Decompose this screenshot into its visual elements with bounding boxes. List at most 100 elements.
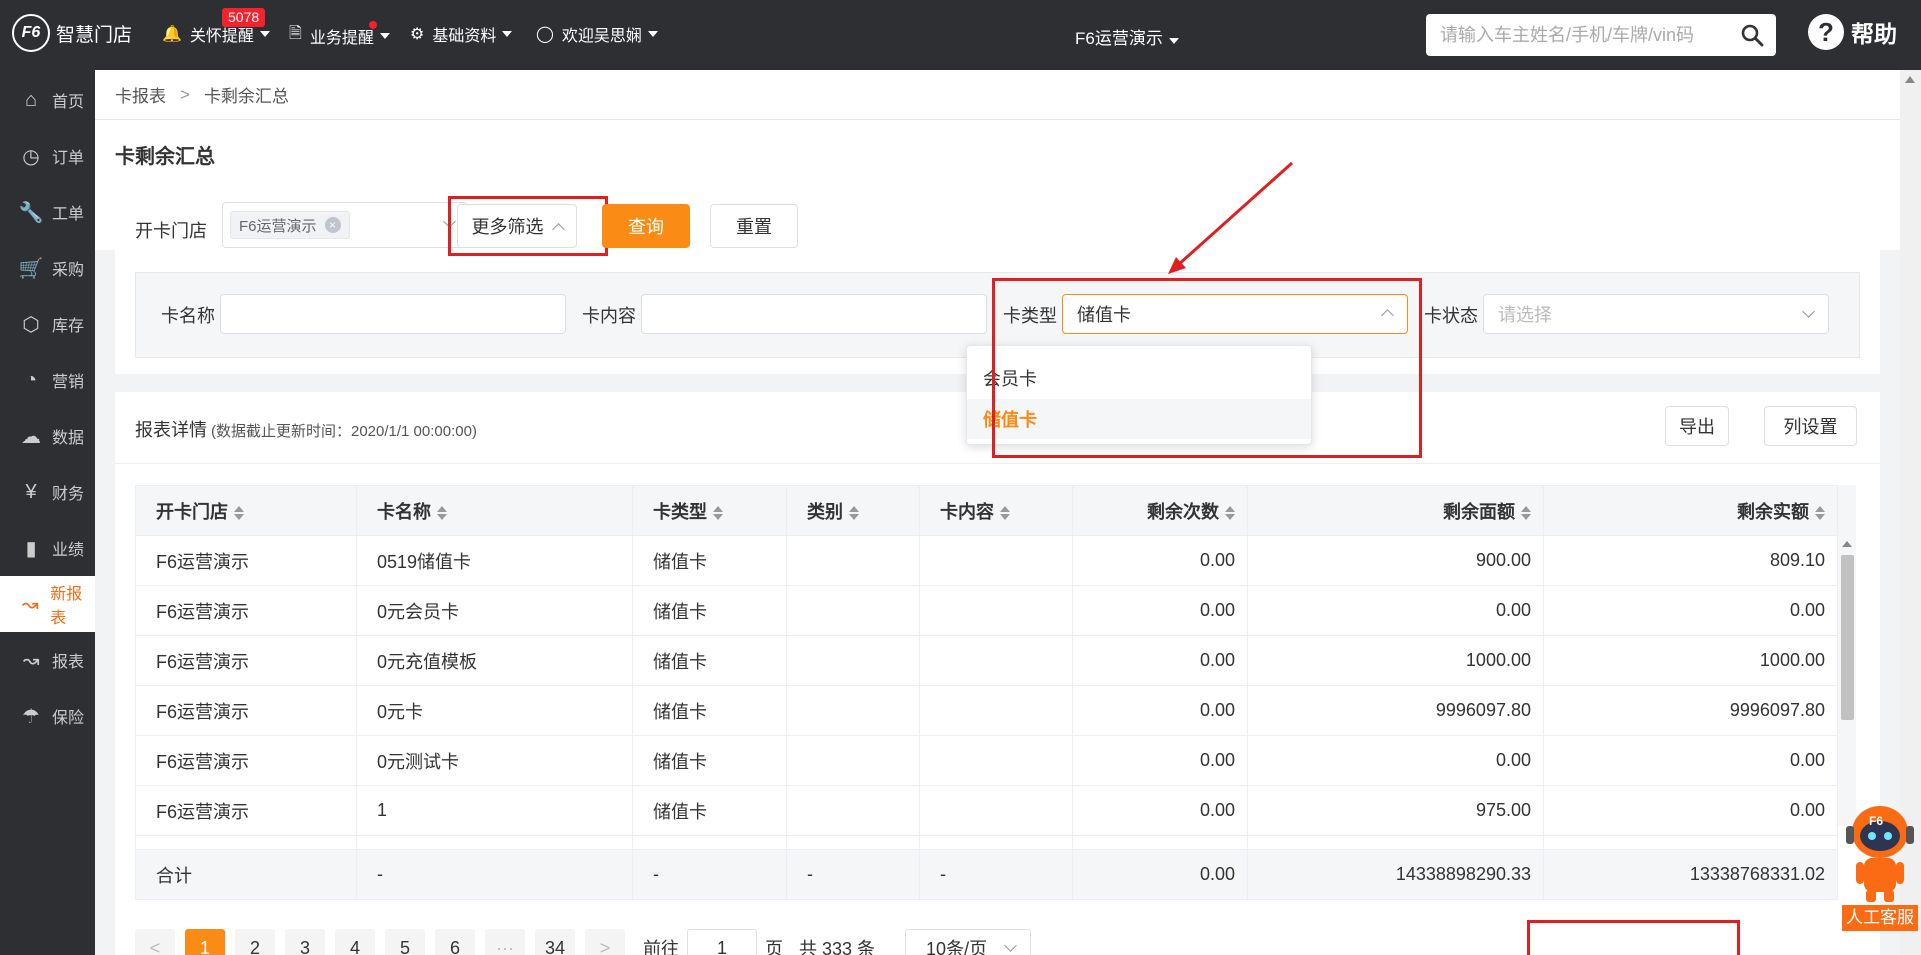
table-cell bbox=[919, 835, 1073, 850]
sidebar-item-workorders[interactable]: 🔧 工单 bbox=[0, 184, 95, 240]
query-label: 查询 bbox=[628, 217, 664, 237]
main-content: 卡报表 > 卡剩余汇总 卡剩余汇总 开卡门店 F6运营演示 × 更多筛选 查询 重… bbox=[95, 70, 1921, 955]
table-cell: 1000.00 bbox=[1543, 635, 1838, 686]
report-subtitle: (数据截止更新时间：2020/1/1 00:00:00) bbox=[211, 423, 477, 440]
sidebar-item-orders[interactable]: ◷ 订单 bbox=[0, 128, 95, 184]
sort-icon[interactable] bbox=[234, 505, 244, 520]
sort-icon[interactable] bbox=[1815, 505, 1825, 520]
table-cell: F6运营演示 bbox=[135, 735, 357, 786]
breadcrumb-parent[interactable]: 卡报表 bbox=[115, 82, 166, 107]
tag-close-icon[interactable]: × bbox=[324, 217, 341, 233]
column-header[interactable]: 剩余实额 bbox=[1543, 485, 1838, 536]
sidebar-item-label: 采购 bbox=[52, 262, 85, 279]
table-cell: - bbox=[786, 849, 920, 900]
table-cell bbox=[1247, 835, 1544, 850]
table-cell bbox=[135, 835, 357, 850]
column-settings-button[interactable]: 列设置 bbox=[1764, 406, 1857, 446]
sidebar-item-performance[interactable]: ▮ 业绩 bbox=[0, 520, 95, 576]
sidebar-item-label: 库存 bbox=[52, 318, 85, 335]
global-search bbox=[1426, 14, 1776, 56]
card-content-input[interactable] bbox=[641, 294, 987, 334]
store-switcher[interactable]: F6运营演示 bbox=[1075, 24, 1179, 49]
scroll-up-icon[interactable] bbox=[1842, 541, 1852, 547]
page-button[interactable]: 5 bbox=[385, 929, 425, 955]
column-header[interactable]: 卡内容 bbox=[919, 485, 1073, 536]
sort-icon[interactable] bbox=[437, 505, 447, 520]
column-header[interactable]: 类别 bbox=[786, 485, 920, 536]
sidebar-item-label: 财务 bbox=[52, 486, 85, 503]
sidebar-item-purchase[interactable]: 🛒 采购 bbox=[0, 240, 95, 296]
table-row: F6运营演示 0元会员卡 储值卡 0.00 0.00 0.00 bbox=[135, 585, 1838, 636]
sidebar-item-home[interactable]: ⌂ 首页 bbox=[0, 72, 95, 128]
page-button[interactable]: 4 bbox=[335, 929, 375, 955]
report-table: 开卡门店 卡名称 卡类型 类别 卡内容 剩余次数 剩余面额 剩余实额 F6运营演… bbox=[135, 485, 1838, 900]
sidebar-item-data[interactable]: ☁ 数据 bbox=[0, 408, 95, 464]
table-cell: 0元会员卡 bbox=[356, 585, 633, 636]
search-input[interactable] bbox=[1440, 24, 1730, 46]
page-size-select[interactable]: 10条/页 bbox=[905, 929, 1032, 955]
caret-down-icon bbox=[1168, 38, 1179, 44]
search-icon[interactable] bbox=[1740, 23, 1764, 47]
table-cell: 14338898290.33 bbox=[1247, 849, 1544, 900]
sidebar-item-label: 营销 bbox=[52, 374, 85, 391]
sort-icon[interactable] bbox=[849, 505, 859, 520]
column-header-label: 开卡门店 bbox=[156, 501, 228, 522]
help-button[interactable]: ? 帮助 bbox=[1808, 14, 1897, 50]
card-status-label: 卡状态 bbox=[1424, 306, 1478, 326]
table-scrollbar[interactable] bbox=[1837, 485, 1856, 825]
caret-down-icon bbox=[379, 32, 390, 39]
sidebar-item-inventory[interactable]: ⬡ 库存 bbox=[0, 296, 95, 352]
page-button[interactable]: 1 bbox=[185, 929, 225, 955]
export-button[interactable]: 导出 bbox=[1665, 406, 1729, 446]
scroll-up-icon[interactable] bbox=[1905, 76, 1915, 83]
prev-page-button[interactable]: < bbox=[135, 929, 175, 955]
sidebar-item-insurance[interactable]: ☂ 保险 bbox=[0, 688, 95, 744]
table-cell bbox=[786, 735, 920, 786]
card-name-label: 卡名称 bbox=[161, 306, 215, 326]
sidebar-item-finance[interactable]: ¥ 财务 bbox=[0, 464, 95, 520]
table-cell: 975.00 bbox=[1247, 785, 1544, 836]
page-button[interactable]: 6 bbox=[435, 929, 475, 955]
reset-button[interactable]: 重置 bbox=[710, 204, 798, 248]
column-header[interactable]: 卡名称 bbox=[356, 485, 633, 536]
table-cell: 储值卡 bbox=[632, 635, 787, 686]
nav-basic-data[interactable]: ⚙ 基础资料 bbox=[410, 22, 513, 46]
line-chart-icon: ↝ bbox=[21, 593, 39, 616]
column-header[interactable]: 剩余次数 bbox=[1072, 485, 1248, 536]
sidebar-item-label: 保险 bbox=[52, 710, 85, 727]
card-name-input[interactable] bbox=[220, 294, 566, 334]
nav-label: 业务提醒 bbox=[309, 29, 374, 47]
table-cell: 0.00 bbox=[1247, 585, 1544, 636]
goto-page-input[interactable]: 1 bbox=[687, 929, 757, 955]
page-button[interactable]: 34 bbox=[535, 929, 575, 955]
more-pages-button[interactable]: ··· bbox=[485, 929, 525, 955]
sort-icon[interactable] bbox=[1225, 505, 1235, 520]
page-button[interactable]: 3 bbox=[285, 929, 325, 955]
page-button[interactable]: 2 bbox=[235, 929, 275, 955]
query-button[interactable]: 查询 bbox=[602, 204, 690, 248]
card-status-select[interactable]: 请选择 bbox=[1483, 294, 1829, 334]
store-select[interactable]: F6运营演示 × bbox=[222, 202, 468, 248]
sort-icon[interactable] bbox=[1521, 505, 1531, 520]
column-header[interactable]: 开卡门店 bbox=[135, 485, 357, 536]
table-cell: 0.00 bbox=[1247, 735, 1544, 786]
table-cell bbox=[786, 785, 920, 836]
chevron-down-icon bbox=[1004, 939, 1017, 952]
table-cell bbox=[786, 585, 920, 636]
customer-service-widget[interactable]: F6 人工客服 bbox=[1842, 800, 1918, 931]
sidebar-item-marketing[interactable]: ◔ 营销 bbox=[0, 352, 95, 408]
scrollbar-thumb[interactable] bbox=[1841, 555, 1854, 720]
table-cell: 0.00 bbox=[1072, 585, 1248, 636]
table-cell: 储值卡 bbox=[632, 785, 787, 836]
sidebar-item-new-reports[interactable]: ↝ 新报表 bbox=[0, 576, 95, 632]
sort-icon[interactable] bbox=[713, 505, 723, 520]
gear-icon: ⚙ bbox=[410, 26, 425, 43]
column-header[interactable]: 剩余面额 bbox=[1247, 485, 1544, 536]
next-page-button[interactable]: > bbox=[585, 929, 625, 955]
sort-icon[interactable] bbox=[1000, 505, 1010, 520]
column-header[interactable]: 卡类型 bbox=[632, 485, 787, 536]
sidebar-item-reports[interactable]: ↝ 报表 bbox=[0, 632, 95, 688]
nav-user-menu[interactable]: ◯ 欢迎吴思娴 bbox=[536, 22, 658, 46]
umbrella-icon: ☂ bbox=[22, 705, 40, 728]
logo[interactable]: F6 智慧门店 bbox=[12, 14, 132, 52]
